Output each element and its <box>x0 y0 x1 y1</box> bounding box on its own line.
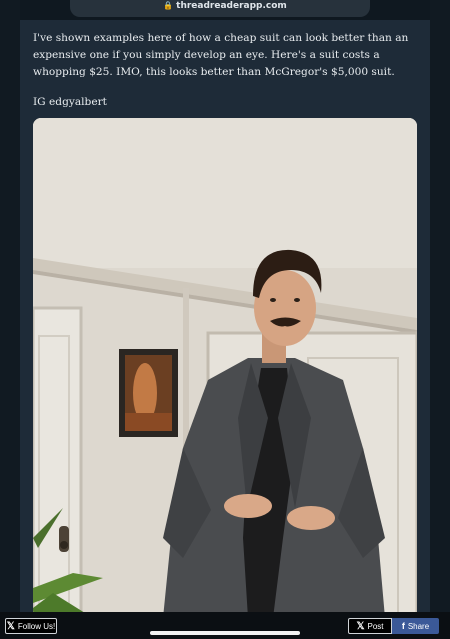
x-logo-icon: 𝕏 <box>6 620 15 632</box>
x-logo-icon: 𝕏 <box>356 620 365 632</box>
photo-credit: IG edgyalbert <box>33 96 107 108</box>
follow-button[interactable]: 𝕏 Follow Us! <box>5 618 57 634</box>
lock-icon: 🔒 <box>163 1 174 10</box>
post-label: Post <box>367 621 384 631</box>
left-margin <box>0 0 20 639</box>
browser-top-bar: 🔒 threadreaderapp.com <box>0 0 450 20</box>
right-margin <box>430 0 450 639</box>
tweet-text: I've shown examples here of how a cheap … <box>33 32 409 78</box>
video-frame-image <box>33 118 417 618</box>
share-label: Share <box>407 621 430 631</box>
share-button[interactable]: f Share <box>392 618 439 634</box>
follow-label: Follow Us! <box>17 621 56 631</box>
home-indicator[interactable] <box>150 631 300 635</box>
post-button[interactable]: 𝕏 Post <box>348 618 392 634</box>
url-display[interactable]: 🔒 threadreaderapp.com <box>0 1 450 11</box>
facebook-icon: f <box>401 621 405 631</box>
url-text: threadreaderapp.com <box>176 1 287 11</box>
tweet-video[interactable] <box>33 118 417 618</box>
